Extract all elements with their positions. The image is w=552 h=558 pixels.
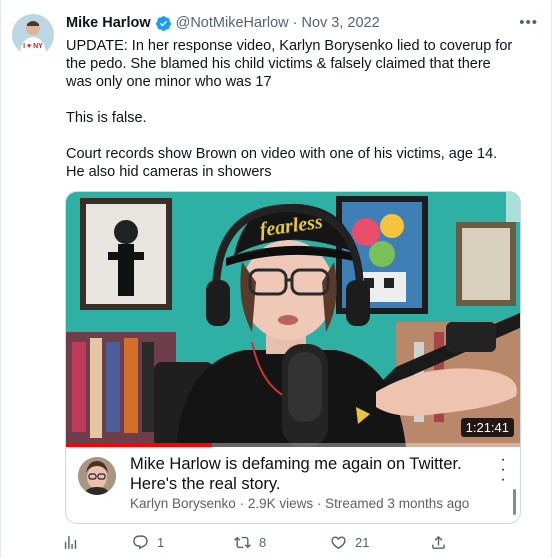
retweet-icon: [234, 536, 251, 549]
meta-separator: ·: [239, 496, 245, 511]
video-duration: 1:21:41: [460, 418, 514, 437]
header-separator: ·: [292, 15, 298, 31]
share-button[interactable]: [430, 534, 455, 551]
channel-name[interactable]: Karlyn Borysenko: [130, 496, 236, 511]
view-count: 2.9K views: [247, 496, 314, 511]
reply-count: 1: [157, 535, 165, 550]
reply-icon: [133, 535, 148, 550]
left-border: [0, 0, 1, 558]
video-meta: Karlyn Borysenko · 2.9K views · Streamed…: [130, 496, 469, 511]
tweet-date[interactable]: Nov 3, 2022: [301, 15, 379, 31]
author-avatar[interactable]: I ♥ NY: [12, 14, 54, 56]
analytics-button[interactable]: [62, 534, 87, 551]
meta-separator: ·: [316, 496, 322, 511]
stream-date: Streamed 3 months ago: [325, 496, 470, 511]
tweet-paragraph: UPDATE: In her response video, Karlyn Bo…: [66, 38, 513, 90]
like-button[interactable]: 21: [330, 534, 369, 551]
youtube-video-card[interactable]: fearless 1:21:41 Mike Harlow is defaming…: [65, 191, 521, 524]
svg-text:I ♥ NY: I ♥ NY: [23, 43, 43, 50]
scrollbar-thumb[interactable]: [513, 489, 516, 515]
tweet-text: UPDATE: In her response video, Karlyn Bo…: [66, 37, 514, 181]
video-title[interactable]: Mike Harlow is defaming me again on Twit…: [130, 454, 490, 494]
more-horizontal-icon[interactable]: •••: [519, 14, 538, 31]
tweet: Mike Harlow @NotMikeHarlow · Nov 3, 2022…: [66, 12, 537, 181]
share-icon: [432, 535, 445, 549]
tweet-paragraph: This is false.: [66, 110, 147, 126]
like-count: 21: [355, 535, 370, 550]
more-vertical-icon[interactable]: · · ·: [500, 452, 506, 488]
heart-icon: [331, 536, 346, 549]
author-handle[interactable]: @NotMikeHarlow: [176, 15, 289, 31]
video-thumbnail[interactable]: fearless 1:21:41: [66, 192, 520, 447]
verified-badge-icon: [155, 15, 172, 32]
tweet-actions: 1 8 21: [62, 534, 462, 554]
retweet-button[interactable]: 8: [234, 534, 266, 551]
video-info[interactable]: Mike Harlow is defaming me again on Twit…: [66, 447, 520, 523]
tweet-header: Mike Harlow @NotMikeHarlow · Nov 3, 2022: [66, 12, 528, 34]
author-name[interactable]: Mike Harlow: [66, 15, 151, 31]
retweet-count: 8: [259, 535, 267, 550]
channel-avatar[interactable]: [78, 457, 116, 495]
tweet-paragraph: Court records show Brown on video with o…: [66, 146, 498, 180]
analytics-icon: [64, 536, 77, 549]
reply-button[interactable]: 1: [132, 534, 164, 551]
